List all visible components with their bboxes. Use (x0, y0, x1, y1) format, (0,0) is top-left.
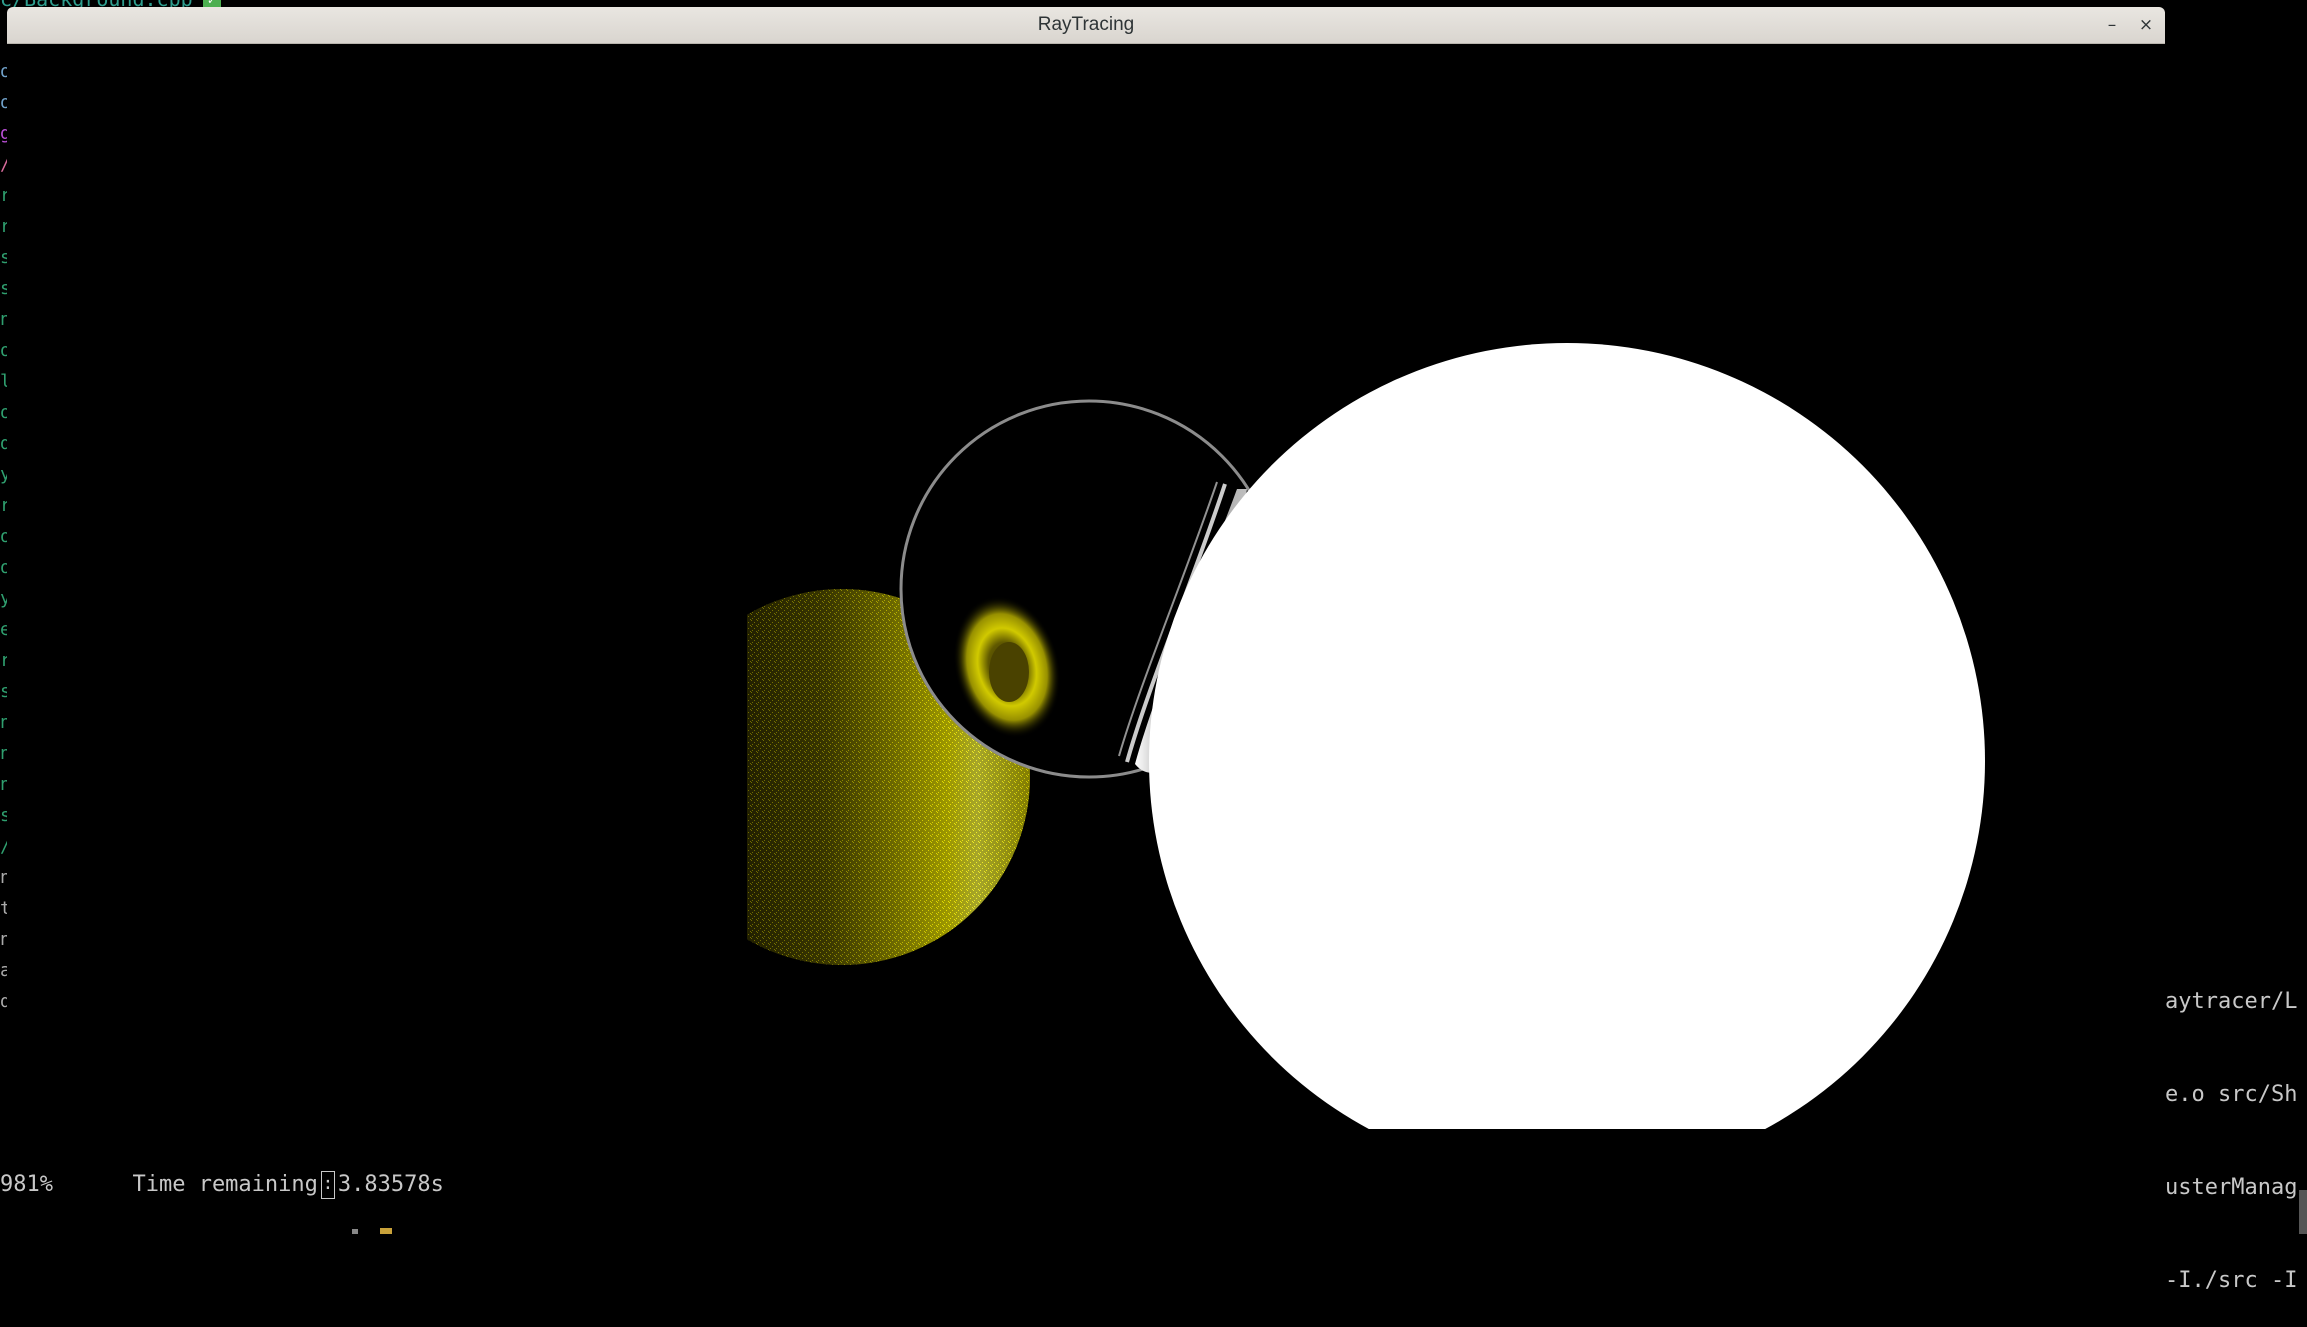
terminal-scrollbar[interactable] (2299, 1190, 2307, 1234)
progress-text: 981% (0, 1172, 53, 1197)
terminal-cursor: : (320, 1171, 335, 1199)
time-remaining-label: Time remaining (132, 1172, 318, 1197)
render-canvas (7, 44, 2165, 1175)
time-remaining-value: 3.83578s (337, 1172, 444, 1197)
raytracing-window: RayTracing – × (7, 7, 2165, 1175)
window-title: RayTracing (1037, 14, 1135, 35)
bottom-partial-icons (352, 1228, 392, 1234)
terminal-right-line: -I./src -I (2165, 1268, 2298, 1293)
render-scene (7, 343, 2165, 1175)
minimize-button[interactable]: – (2100, 13, 2124, 37)
terminal-status-line: 981% Time remaining:3.83578s (0, 1168, 444, 1202)
partial-icon (352, 1229, 358, 1234)
window-titlebar[interactable]: RayTracing – × (7, 7, 2165, 44)
close-button[interactable]: × (2134, 13, 2158, 37)
white-sphere (1149, 343, 1985, 1175)
terminal-right-line: aytracer/L (2165, 989, 2298, 1014)
terminal-right-line: usterManag (2165, 1175, 2298, 1200)
terminal-right-line: e.o src/Sh (2165, 1082, 2298, 1107)
folder-icon (380, 1228, 392, 1234)
terminal-right-output: aytracer/L e.o src/Sh usterManag -I./src… (2165, 924, 2307, 1327)
